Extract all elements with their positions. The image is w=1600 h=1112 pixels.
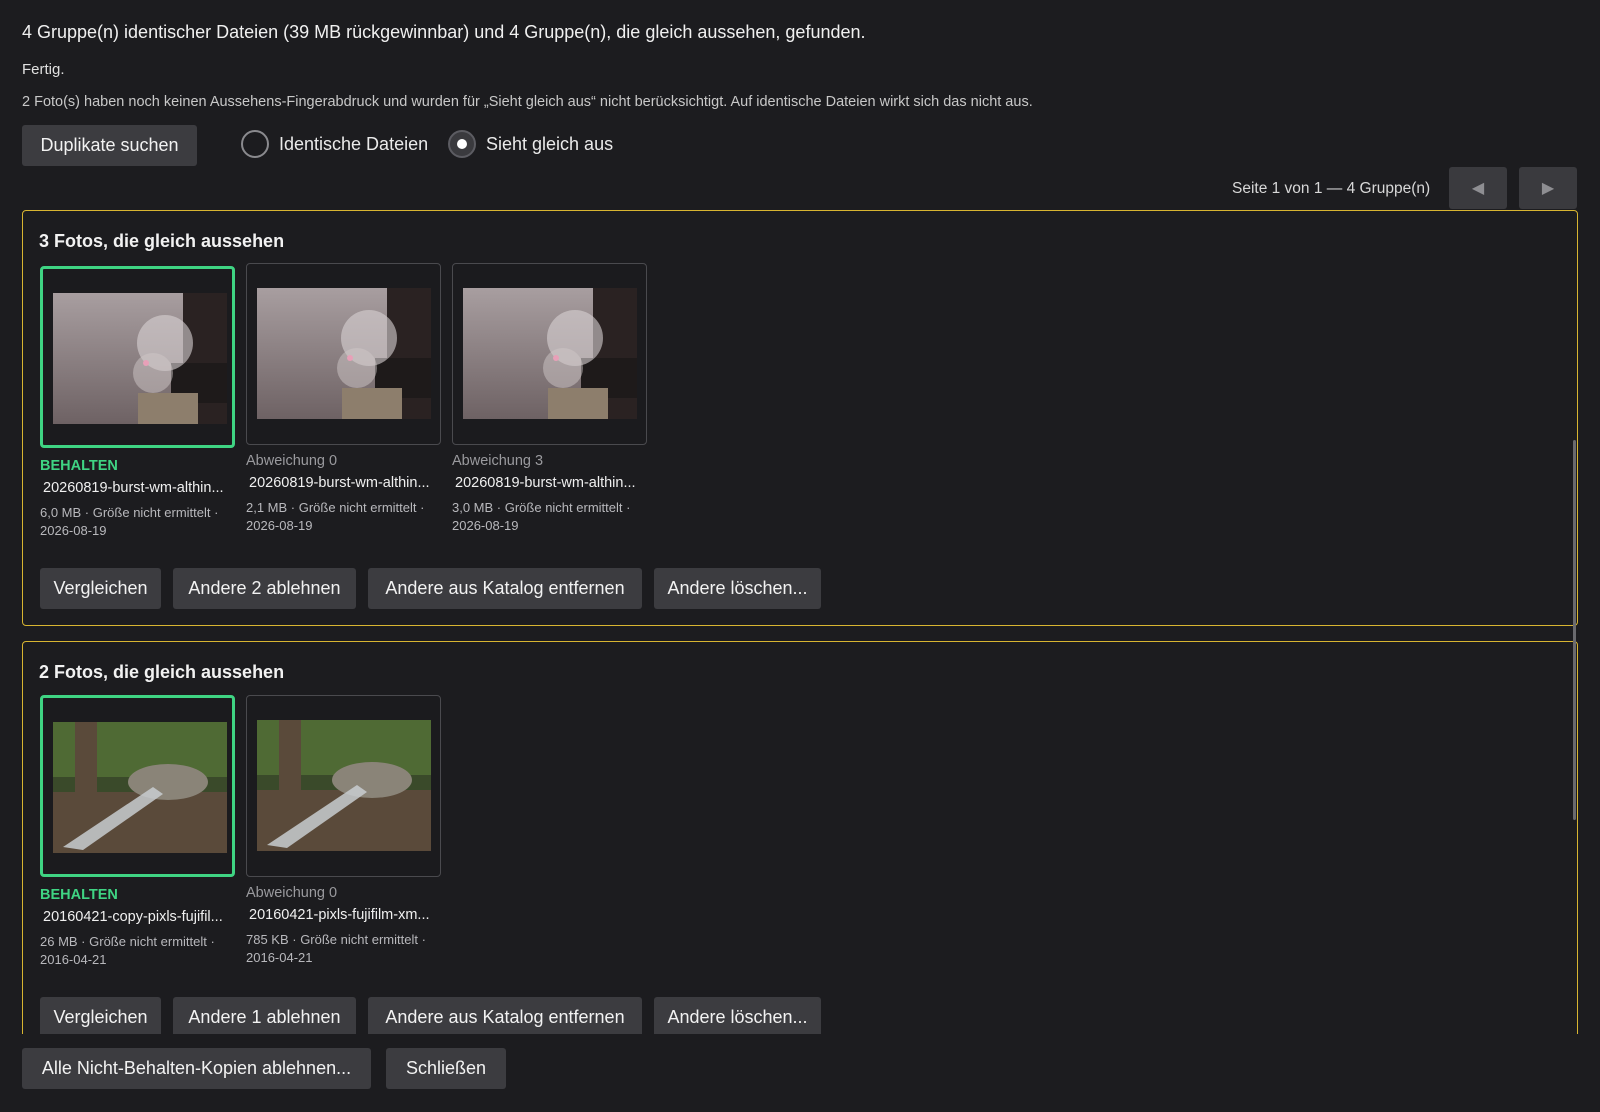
photo-card[interactable]: Abweichung 3 20260819-burst-wm-althin...… — [452, 263, 647, 543]
compare-button[interactable]: Vergleichen — [40, 997, 161, 1034]
file-name: 20160421-pixls-fujifilm-xm... — [249, 907, 430, 923]
snowy-tree-photo — [53, 293, 227, 424]
duplicate-group: 3 Fotos, die gleich aussehen BEHALTEN 20… — [22, 210, 1578, 626]
photo-thumbnail[interactable] — [246, 695, 441, 877]
triangle-right-icon: ▶ — [1541, 180, 1555, 197]
file-meta: 3,0 MB · Größe nicht ermittelt · 2026-08… — [452, 500, 631, 533]
file-meta: 26 MB · Größe nicht ermittelt · 2016-04-… — [40, 934, 215, 967]
photo-thumbnail[interactable] — [40, 266, 235, 448]
deviation-label: Abweichung 0 — [246, 453, 338, 469]
previous-page-button[interactable]: ◀ — [1449, 167, 1507, 209]
file-name: 20260819-burst-wm-althin... — [43, 480, 224, 496]
photo-card[interactable]: Abweichung 0 20160421-pixls-fujifilm-xm.… — [246, 695, 441, 975]
remove-others-from-catalog-button[interactable]: Andere aus Katalog entfernen — [368, 568, 642, 609]
delete-others-button[interactable]: Andere löschen... — [654, 568, 821, 609]
fingerprint-note: 2 Foto(s) haben noch keinen Aussehens-Fi… — [22, 94, 1033, 110]
close-button[interactable]: Schließen — [386, 1048, 506, 1089]
reject-others-button[interactable]: Andere 1 ablehnen — [173, 997, 356, 1034]
triangle-left-icon: ◀ — [1471, 180, 1485, 197]
group-title: 2 Fotos, die gleich aussehen — [39, 662, 285, 682]
file-meta: 2,1 MB · Größe nicht ermittelt · 2026-08… — [246, 500, 425, 533]
file-meta: 785 KB · Größe nicht ermittelt · 2016-04… — [246, 932, 426, 965]
vertical-scrollbar[interactable] — [1573, 440, 1576, 820]
keep-badge: BEHALTEN — [40, 458, 118, 474]
file-name: 20260819-burst-wm-althin... — [455, 475, 636, 491]
dialog-footer: Alle Nicht-Behalten-Kopien ablehnen... S… — [0, 1034, 1600, 1112]
compare-button[interactable]: Vergleichen — [40, 568, 161, 609]
snowy-tree-photo — [257, 288, 431, 419]
waterfall-photo — [257, 720, 431, 851]
find-duplicates-button[interactable]: Duplikate suchen — [22, 125, 197, 166]
photo-thumbnail[interactable] — [452, 263, 647, 445]
reject-all-non-keep-button[interactable]: Alle Nicht-Behalten-Kopien ablehnen... — [22, 1048, 371, 1089]
photo-thumbnail[interactable] — [246, 263, 441, 445]
photo-card[interactable]: BEHALTEN 20160421-copy-pixls-fujifil... … — [40, 695, 235, 975]
photo-thumbnail[interactable] — [40, 695, 235, 877]
reject-others-button[interactable]: Andere 2 ablehnen — [173, 568, 356, 609]
scan-summary: 4 Gruppe(n) identischer Dateien (39 MB r… — [22, 22, 866, 42]
mode-identical-radio[interactable]: Identische Dateien — [241, 130, 428, 158]
mode-identical-label: Identische Dateien — [279, 133, 429, 154]
deviation-label: Abweichung 3 — [452, 453, 544, 469]
duplicate-group: 2 Fotos, die gleich aussehen BEHALTEN 20… — [22, 641, 1578, 1034]
file-name: 20260819-burst-wm-althin... — [249, 475, 430, 491]
file-meta: 6,0 MB · Größe nicht ermittelt · 2026-08… — [40, 505, 219, 538]
snowy-tree-photo — [463, 288, 637, 419]
radio-selected-icon[interactable] — [448, 130, 476, 158]
keep-badge: BEHALTEN — [40, 887, 118, 903]
delete-others-button[interactable]: Andere löschen... — [654, 997, 821, 1034]
groups-scroll-area[interactable]: 3 Fotos, die gleich aussehen BEHALTEN 20… — [0, 208, 1600, 1034]
deviation-label: Abweichung 0 — [246, 885, 338, 901]
page-indicator: Seite 1 von 1 — 4 Gruppe(n) — [1232, 180, 1431, 197]
photo-card[interactable]: Abweichung 0 20260819-burst-wm-althin...… — [246, 263, 441, 543]
file-name: 20160421-copy-pixls-fujifil... — [43, 909, 223, 925]
photo-card[interactable]: BEHALTEN 20260819-burst-wm-althin... 6,0… — [40, 266, 235, 546]
mode-looks-alike-radio[interactable]: Sieht gleich aus — [448, 130, 613, 158]
radio-circle-icon[interactable] — [241, 130, 269, 158]
remove-others-from-catalog-button[interactable]: Andere aus Katalog entfernen — [368, 997, 642, 1034]
group-title: 3 Fotos, die gleich aussehen — [39, 231, 285, 251]
status-text: Fertig. — [22, 61, 65, 78]
mode-looks-alike-label: Sieht gleich aus — [486, 133, 614, 154]
next-page-button[interactable]: ▶ — [1519, 167, 1577, 209]
waterfall-photo — [53, 722, 227, 853]
